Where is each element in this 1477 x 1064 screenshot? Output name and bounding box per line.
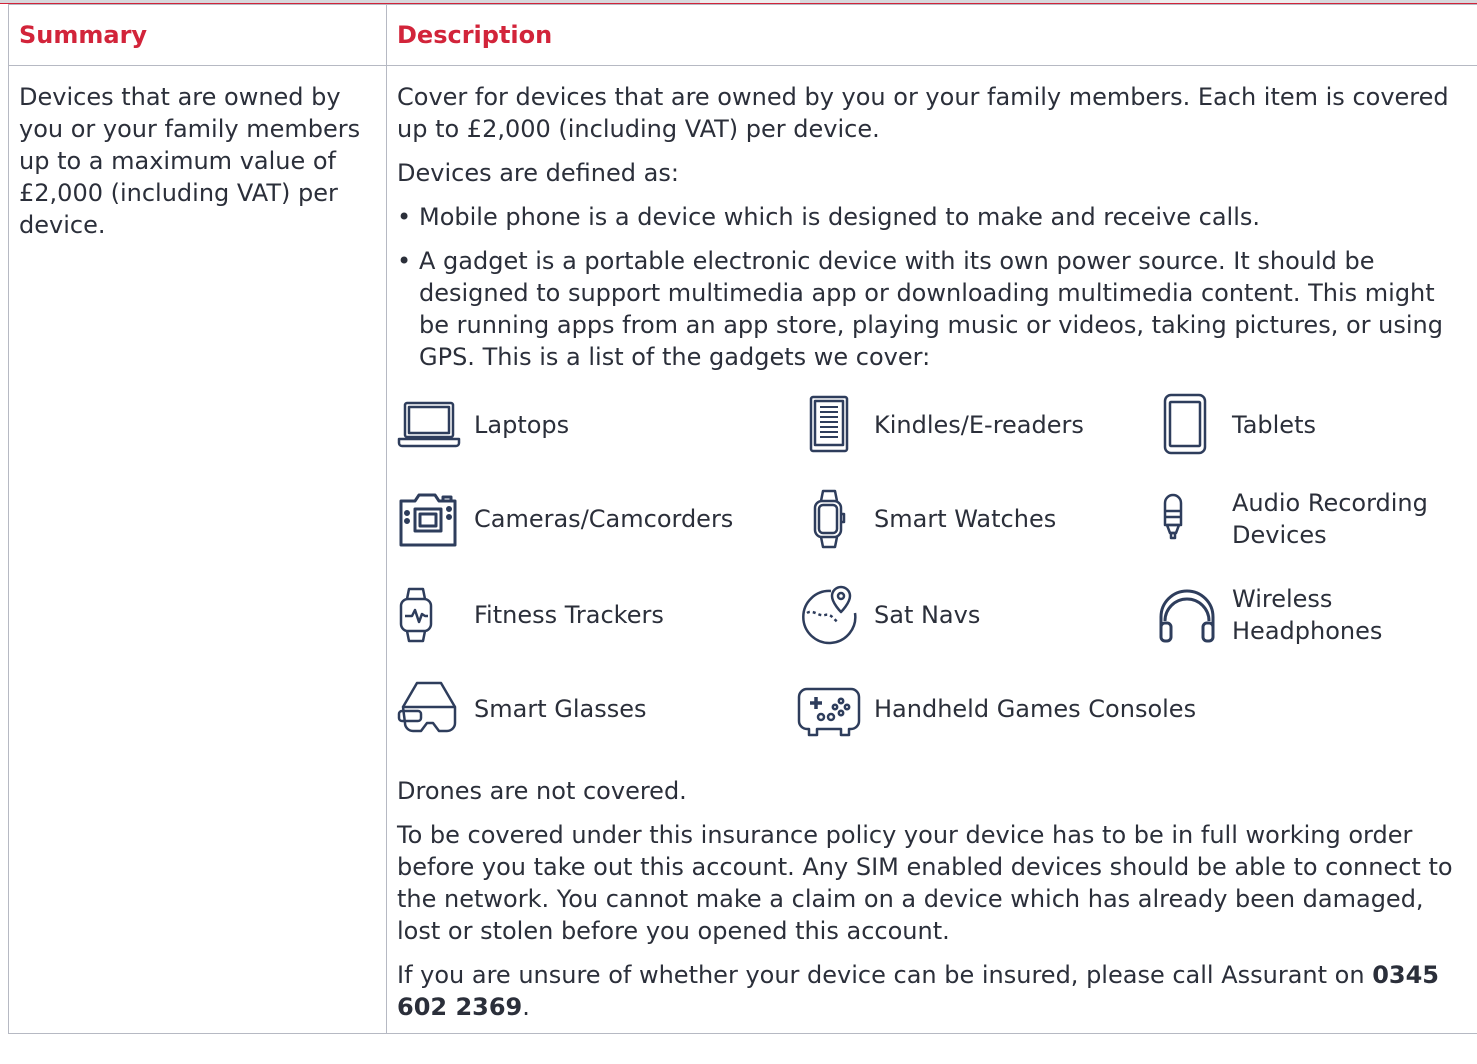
bullet-mobile-phone: • Mobile phone is a device which is desig…	[397, 201, 1467, 233]
gadget-tablets: Tablets	[1155, 393, 1455, 457]
table-row: Devices that are owned by you or your fa…	[8, 65, 1477, 1034]
gadget-label: Smart Glasses	[474, 695, 647, 723]
gadget-label: Fitness Trackers	[474, 601, 664, 629]
gadget-label: Sat Navs	[874, 601, 981, 629]
header-row: Summary Description	[8, 4, 1477, 66]
gadget-fitness-trackers: Fitness Trackers	[397, 583, 777, 647]
gadget-label: Audio Recording Devices	[1232, 489, 1428, 549]
summary-text: Devices that are owned by you or your fa…	[19, 83, 361, 239]
description-header: Description	[386, 4, 1477, 66]
gadget-label: Tablets	[1232, 411, 1316, 439]
tablet-icon	[1155, 393, 1219, 457]
description-cell: Cover for devices that are owned by you …	[386, 65, 1477, 1034]
summary-header: Summary	[8, 4, 387, 66]
working-order-text: To be covered under this insurance polic…	[397, 821, 1453, 945]
gadget-audio-recording: Audio Recording Devices	[1155, 487, 1475, 551]
headphones-icon	[1155, 583, 1219, 647]
gadget-ereaders: Kindles/E-readers	[797, 393, 1137, 457]
bullet-marker: •	[397, 247, 412, 275]
gadget-laptops: Laptops	[397, 393, 777, 457]
bullet-gadget: • A gadget is a portable electronic devic…	[397, 245, 1467, 373]
game-controller-icon	[797, 677, 861, 741]
bullet-text: A gadget is a portable electronic device…	[419, 247, 1443, 371]
gadget-label: Handheld Games Consoles	[874, 695, 1197, 723]
gadget-smart-watches: Smart Watches	[797, 487, 1137, 551]
gadget-label: Cameras/Camcorders	[474, 505, 734, 533]
microphone-icon	[1155, 487, 1219, 551]
contact-suffix: .	[522, 993, 530, 1021]
drones-text: Drones are not covered.	[397, 777, 687, 805]
laptop-icon	[397, 393, 461, 457]
camera-icon	[397, 487, 461, 551]
gadget-headphones: Wireless Headphones	[1155, 583, 1475, 647]
smart-glasses-icon	[397, 677, 461, 741]
bullet-text: Mobile phone is a device which is design…	[419, 203, 1261, 231]
sat-nav-icon	[797, 583, 861, 647]
gadget-grid: Laptops Kindles/E-readers Tablets Camera…	[397, 385, 1467, 775]
cover-table: Summary Description Devices that are own…	[8, 4, 1477, 1034]
smartwatch-icon	[797, 487, 861, 551]
contact-prefix: If you are unsure of whether your device…	[397, 961, 1373, 989]
contact-text: If you are unsure of whether your device…	[397, 959, 1467, 1023]
gadget-label: Smart Watches	[874, 505, 1057, 533]
gadget-games-consoles: Handheld Games Consoles	[797, 677, 1217, 741]
defined-as-text: Devices are defined as:	[397, 159, 679, 187]
gadget-sat-navs: Sat Navs	[797, 583, 1137, 647]
gadget-label: Wireless Headphones	[1232, 585, 1383, 645]
gadget-label: Kindles/E-readers	[874, 411, 1084, 439]
summary-cell: Devices that are owned by you or your fa…	[8, 65, 387, 1034]
fitness-tracker-icon	[397, 583, 461, 647]
gadget-smart-glasses: Smart Glasses	[397, 677, 777, 741]
bullet-marker: •	[397, 203, 412, 231]
ereader-icon	[797, 393, 861, 457]
intro-text: Cover for devices that are owned by you …	[397, 83, 1449, 143]
gadget-label: Laptops	[474, 411, 570, 439]
gadget-cameras: Cameras/Camcorders	[397, 487, 777, 551]
